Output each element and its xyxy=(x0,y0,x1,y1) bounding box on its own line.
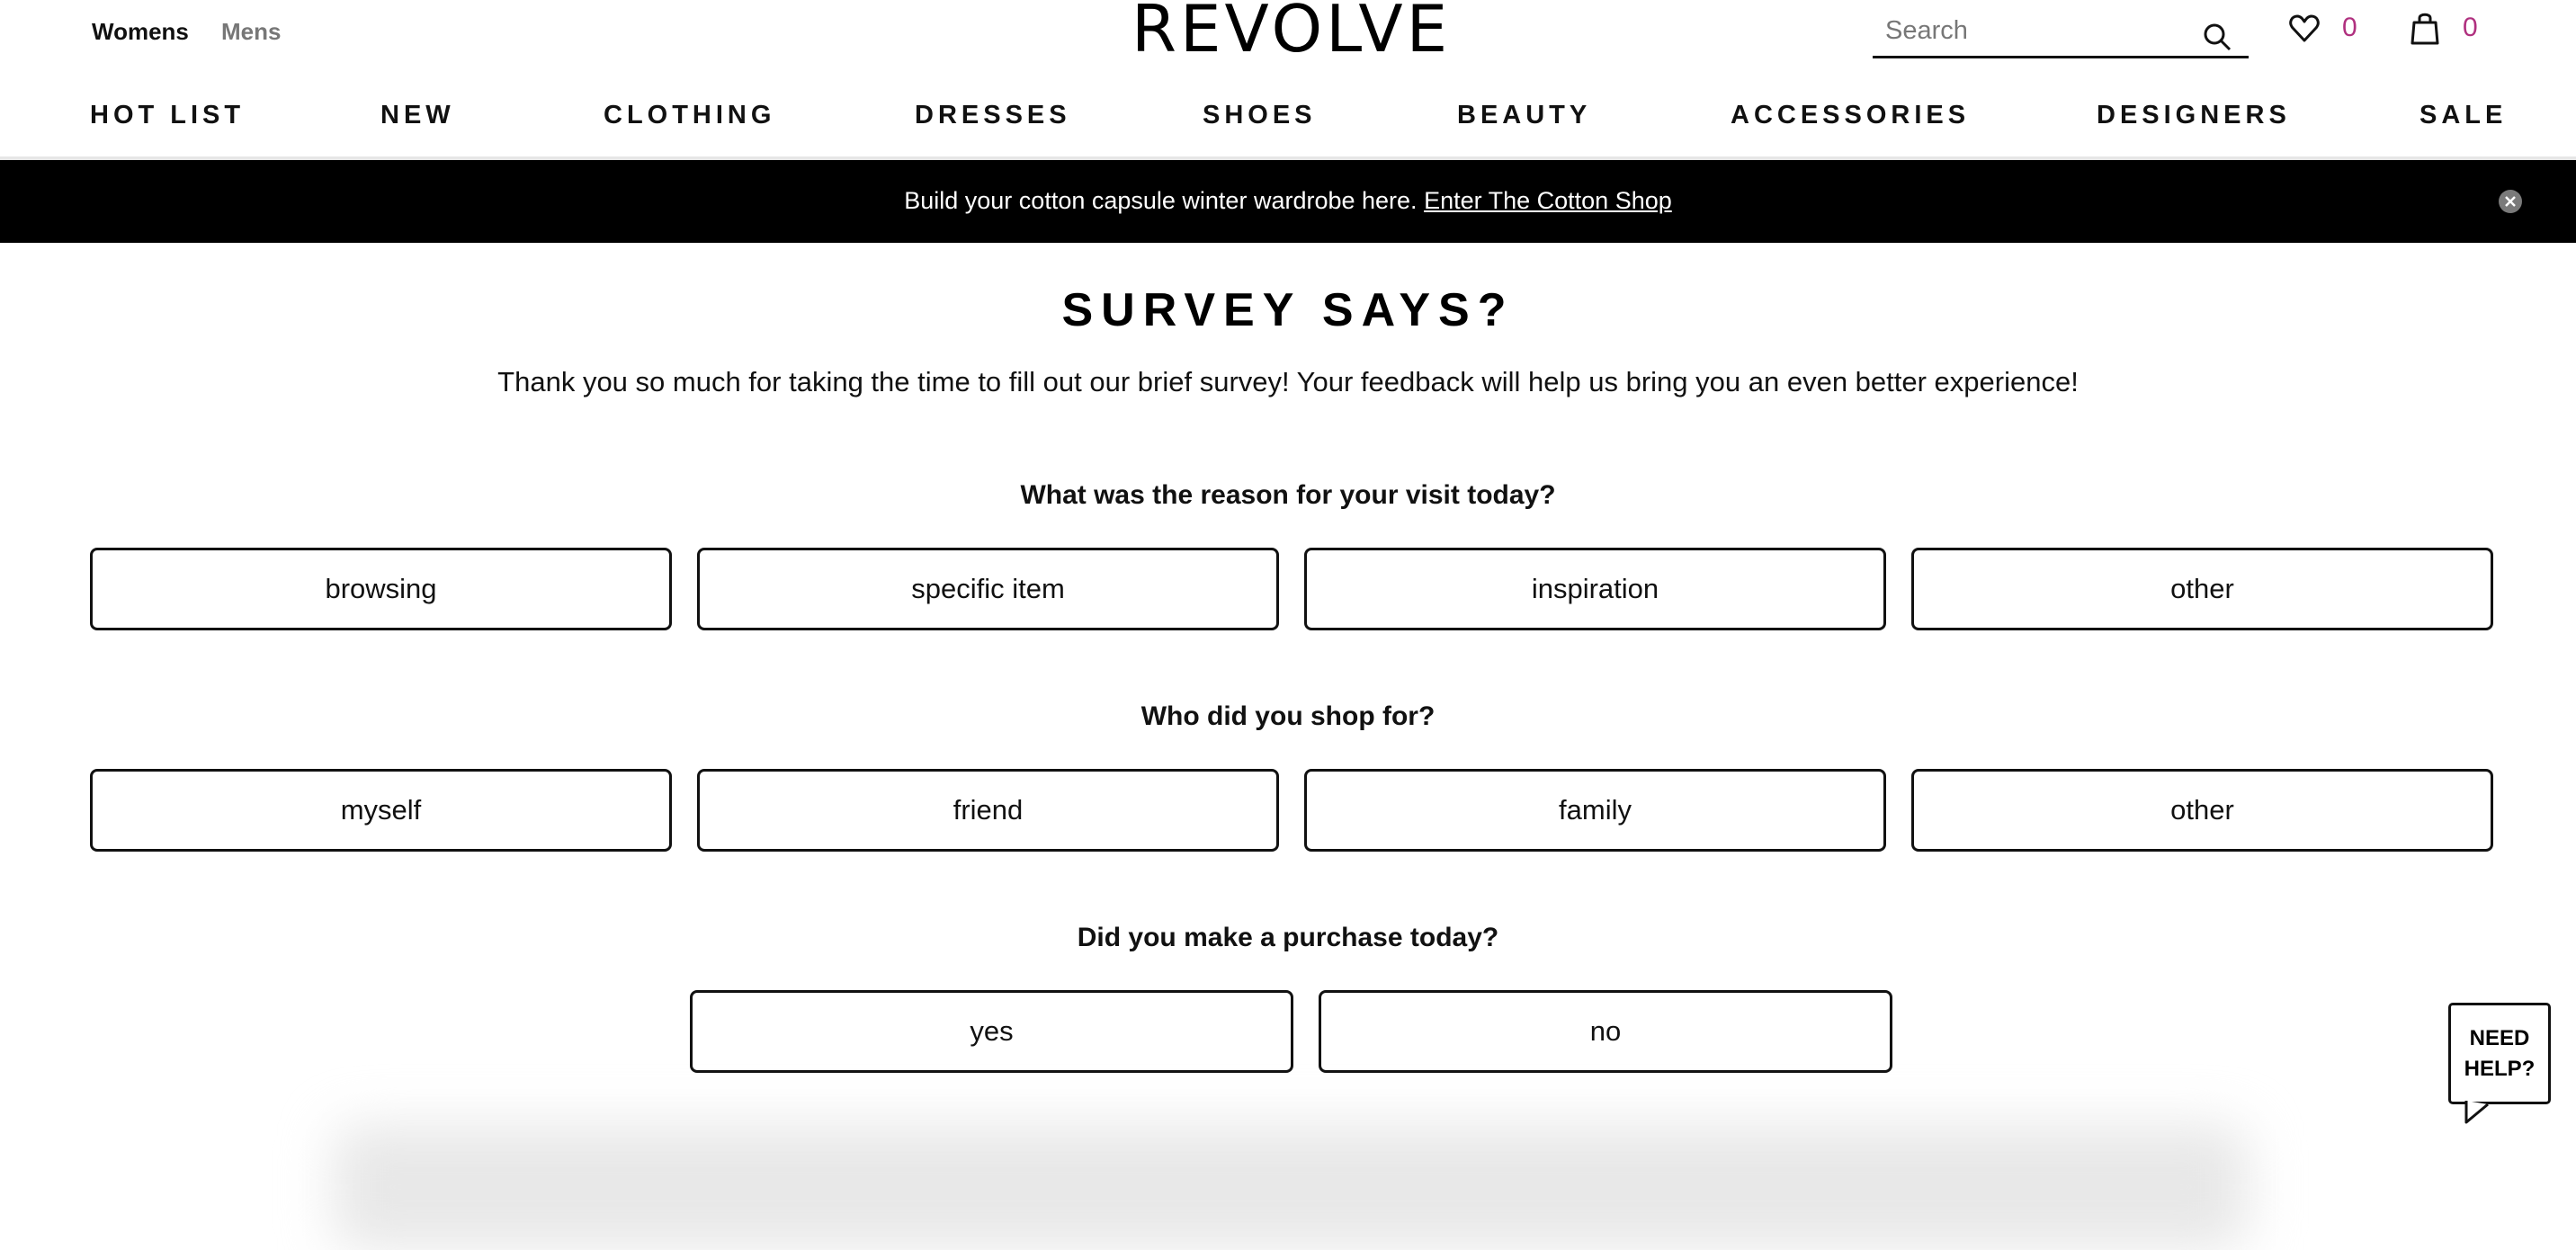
wishlist-count: 0 xyxy=(2342,13,2357,42)
revolve-logo[interactable]: REVOLVE xyxy=(1131,0,1451,61)
option-no[interactable]: no xyxy=(1319,990,1892,1073)
nav-item-designers[interactable]: DESIGNERS xyxy=(2097,101,2291,130)
search-icon[interactable] xyxy=(2202,22,2232,52)
survey-subtitle: Thank you so much for taking the time to… xyxy=(497,366,2079,397)
question-purchase: Did you make a purchase today? xyxy=(1077,923,1499,952)
promo-banner: Build your cotton capsule winter wardrob… xyxy=(0,160,2576,243)
option-other-recipient[interactable]: other xyxy=(1911,769,2493,852)
option-other-reason[interactable]: other xyxy=(1911,548,2493,630)
option-browsing[interactable]: browsing xyxy=(90,548,672,630)
search-input[interactable] xyxy=(1885,14,2191,47)
nav-item-dresses[interactable]: DRESSES xyxy=(915,101,1071,130)
need-help-line2: HELP? xyxy=(2464,1057,2536,1081)
bag-count: 0 xyxy=(2463,13,2478,42)
nav-item-new[interactable]: NEW xyxy=(380,101,455,130)
speech-bubble-tail-icon xyxy=(2464,1101,2489,1124)
option-specific-item[interactable]: specific item xyxy=(697,548,1279,630)
page-title: SURVEY SAYS? xyxy=(1061,284,1515,336)
nav-item-beauty[interactable]: BEAUTY xyxy=(1457,101,1591,130)
question-shop-for: Who did you shop for? xyxy=(1140,701,1436,731)
promo-banner-text: Build your cotton capsule winter wardrob… xyxy=(0,187,2576,215)
need-help-line1: NEED xyxy=(2469,1026,2530,1050)
promo-message: Build your cotton capsule winter wardrob… xyxy=(904,187,1418,214)
question-visit-reason: What was the reason for your visit today… xyxy=(1020,480,1556,510)
gender-tab-mens[interactable]: Mens xyxy=(221,18,281,46)
main-nav: HOT LIST NEW CLOTHING DRESSES SHOES BEAU… xyxy=(0,101,2576,138)
heart-icon[interactable] xyxy=(2289,14,2320,48)
shopping-bag-icon[interactable] xyxy=(2410,11,2440,49)
option-friend[interactable]: friend xyxy=(697,769,1279,852)
nav-item-sale[interactable]: SALE xyxy=(2419,101,2507,130)
gender-tab-womens[interactable]: Womens xyxy=(92,18,189,46)
nav-item-clothing[interactable]: CLOTHING xyxy=(604,101,775,130)
option-inspiration[interactable]: inspiration xyxy=(1304,548,1886,630)
option-myself[interactable]: myself xyxy=(90,769,672,852)
option-family[interactable]: family xyxy=(1304,769,1886,852)
cotton-shop-link[interactable]: Enter The Cotton Shop xyxy=(1424,187,1672,214)
search-bar xyxy=(1873,7,2249,58)
option-yes[interactable]: yes xyxy=(690,990,1293,1073)
nav-item-shoes[interactable]: SHOES xyxy=(1203,101,1317,130)
close-icon[interactable] xyxy=(2499,190,2522,213)
bottom-panel-shadow xyxy=(333,1124,2249,1250)
nav-item-accessories[interactable]: ACCESSORIES xyxy=(1731,101,1970,130)
need-help-button[interactable]: NEED HELP? xyxy=(2448,1003,2551,1104)
nav-item-hot-list[interactable]: HOT LIST xyxy=(90,101,245,130)
